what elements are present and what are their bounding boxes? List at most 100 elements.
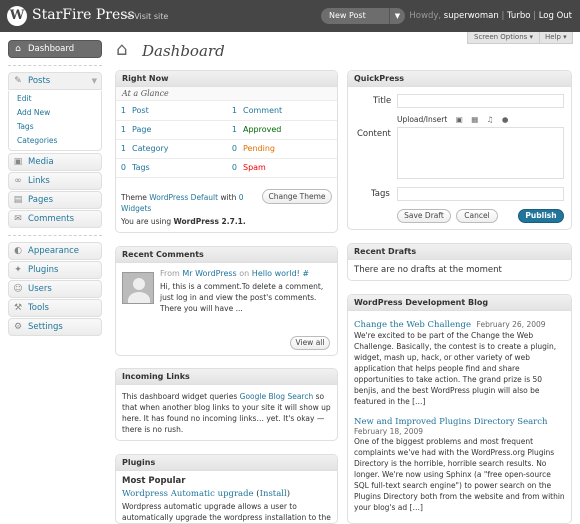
left-label[interactable]: Post (132, 101, 227, 121)
sidebar-item-pages[interactable]: ▤ Pages (8, 191, 102, 209)
right-count[interactable]: 1 (227, 120, 243, 140)
audio-icon[interactable]: ♫ (487, 115, 494, 124)
blog-post-title-link[interactable]: Change the Web Challenge (354, 320, 471, 330)
sidebar-item-links[interactable]: ∞ Links (8, 172, 102, 190)
recent-comments-widget: Recent Comments From Mr WordPress on Hel… (115, 246, 338, 356)
turbo-link[interactable]: Turbo (507, 11, 530, 21)
left-label-link[interactable]: Tags (132, 163, 150, 172)
sidebar-item-users[interactable]: ☺ Users (8, 280, 102, 298)
admin-header: W StarFire Press ← Visit site New Post ▼… (0, 0, 580, 32)
chevron-down-icon[interactable]: ▼ (389, 8, 405, 24)
chevron-down-icon[interactable]: ▼ (92, 77, 97, 85)
view-all-button[interactable]: View all (290, 336, 330, 350)
widget-title[interactable]: Right Now (116, 71, 337, 87)
google-blog-search-link[interactable]: Google Blog Search (240, 392, 314, 401)
left-label-link[interactable]: Category (132, 144, 169, 153)
on-text: on (239, 269, 250, 278)
tools-icon: ⚒ (13, 303, 23, 313)
right-label-link[interactable]: Comment (243, 106, 282, 115)
submenu-item-categories[interactable]: Categories (9, 134, 101, 148)
submenu-item-tags[interactable]: Tags (9, 120, 101, 134)
blog-post-excerpt: One of the biggest problems and most fre… (354, 437, 565, 512)
left-count[interactable]: 1 (116, 139, 132, 159)
widget-title[interactable]: Recent Drafts (348, 244, 571, 260)
left-label[interactable]: Tags (132, 158, 227, 178)
stats-table: 1 Post 1 Comment 1 Page 1 Approved 1 Category 0 Pen… (116, 101, 337, 178)
left-label-link[interactable]: Page (132, 125, 151, 134)
save-draft-button[interactable]: Save Draft (397, 209, 451, 223)
sidebar-item-posts[interactable]: ✎ Posts ▼ (8, 72, 102, 90)
screen-options-button[interactable]: Screen Options ▾ (467, 32, 541, 44)
right-label[interactable]: Spam (243, 158, 337, 178)
comment-item: From Mr WordPress on Hello world! # Hi, … (160, 269, 332, 314)
media-icon[interactable]: ● (502, 115, 509, 124)
sidebar-item-comments[interactable]: ✉ Comments (8, 210, 102, 228)
right-label-link[interactable]: Pending (243, 144, 275, 153)
dev-blog-widget: WordPress Development Blog Change the We… (347, 294, 572, 524)
widget-title[interactable]: WordPress Development Blog (348, 295, 571, 311)
sidebar-item-dashboard[interactable]: ⌂ Dashboard (8, 40, 102, 58)
username-link[interactable]: superwoman (444, 11, 499, 21)
users-icon: ☺ (13, 284, 23, 294)
widget-title[interactable]: Plugins (116, 455, 337, 471)
right-label[interactable]: Comment (243, 101, 337, 121)
comment-permalink[interactable]: # (302, 269, 309, 278)
right-label[interactable]: Pending (243, 139, 337, 159)
sidebar-item-appearance[interactable]: ◐ Appearance (8, 242, 102, 260)
left-label[interactable]: Category (132, 139, 227, 159)
content-label: Content (357, 129, 391, 139)
image-icon[interactable]: ▣ (456, 115, 463, 124)
left-count[interactable]: 1 (116, 120, 132, 140)
blog-post: Change the Web Challenge February 26, 20… (354, 320, 568, 407)
install-link[interactable]: Install (260, 489, 287, 499)
new-post-button[interactable]: New Post ▼ (321, 8, 405, 24)
change-theme-button[interactable]: Change Theme (262, 189, 332, 204)
logout-link[interactable]: Log Out (539, 11, 572, 21)
tags-input[interactable] (397, 187, 564, 201)
widget-title[interactable]: QuickPress (348, 71, 571, 87)
sidebar-item-label: Appearance (28, 246, 80, 256)
left-label[interactable]: Page (132, 120, 227, 140)
sidebar-item-settings[interactable]: ⚙ Settings (8, 318, 102, 336)
right-count[interactable]: 1 (227, 101, 243, 121)
plugin-name-link[interactable]: Wordpress Automatic upgrade (122, 489, 254, 499)
plugins-widget: Plugins Most Popular Wordpress Automatic… (115, 454, 338, 524)
stats-row: 0 Tags 0 Spam (116, 158, 337, 178)
right-now-widget: Right Now At a Glance 1 Post 1 Comment 1 Page… (115, 70, 338, 233)
sidebar-item-plugins[interactable]: ✦ Plugins (8, 261, 102, 279)
left-label-link[interactable]: Post (132, 106, 149, 115)
publish-button[interactable]: Publish (518, 209, 564, 223)
right-label-link[interactable]: Approved (243, 125, 281, 134)
sidebar-item-tools[interactable]: ⚒ Tools (8, 299, 102, 317)
blog-post-title-link[interactable]: New and Improved Plugins Directory Searc… (354, 417, 547, 427)
submenu-item-edit[interactable]: Edit (9, 92, 101, 106)
incoming-links-text: This dashboard widget queries Google Blo… (116, 385, 337, 440)
visit-site-link[interactable]: ← Visit site (125, 12, 168, 21)
right-count[interactable]: 0 (227, 139, 243, 159)
right-label[interactable]: Approved (243, 120, 337, 140)
right-label-link[interactable]: Spam (243, 163, 266, 172)
submenu-item-add-new[interactable]: Add New (9, 106, 101, 120)
plugin-item: Wordpress Automatic upgrade (Install) (122, 489, 290, 499)
separator: | (533, 11, 536, 21)
no-drafts-message: There are no drafts at the moment (354, 265, 502, 275)
widget-title[interactable]: Incoming Links (116, 369, 337, 385)
title-input[interactable] (397, 94, 564, 108)
comment-author-link[interactable]: Mr WordPress (182, 269, 236, 278)
avatar (122, 272, 154, 304)
comment-post-link[interactable]: Hello world! (252, 269, 300, 278)
content-textarea[interactable] (397, 127, 564, 179)
help-button[interactable]: Help ▾ (539, 32, 573, 44)
upload-insert-label: Upload/Insert (397, 115, 448, 124)
dashboard-house-icon: ⌂ (116, 39, 128, 60)
theme-info: Theme WordPress Default with 0 Widgets (121, 192, 261, 214)
cancel-button[interactable]: Cancel (456, 209, 498, 223)
video-icon[interactable]: ▦ (471, 115, 478, 124)
widget-title[interactable]: Recent Comments (116, 247, 337, 263)
left-count[interactable]: 0 (116, 158, 132, 178)
left-count[interactable]: 1 (116, 101, 132, 121)
theme-link[interactable]: WordPress Default (149, 193, 218, 202)
sidebar-item-label: Tools (28, 303, 49, 313)
sidebar-item-media[interactable]: ▣ Media (8, 153, 102, 171)
right-count[interactable]: 0 (227, 158, 243, 178)
